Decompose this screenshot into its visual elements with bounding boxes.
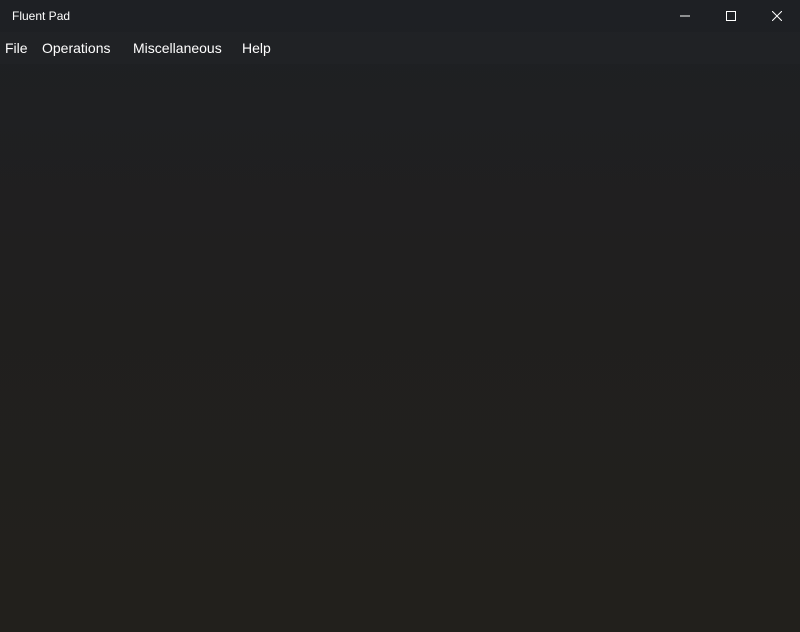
close-button[interactable] bbox=[754, 0, 800, 32]
menu-miscellaneous[interactable]: Miscellaneous bbox=[133, 40, 222, 56]
close-icon bbox=[772, 11, 782, 21]
menu-operations[interactable]: Operations bbox=[42, 40, 110, 56]
text-editor-area[interactable] bbox=[0, 64, 800, 632]
menu-file[interactable]: File bbox=[5, 40, 28, 56]
minimize-icon bbox=[680, 11, 690, 21]
menu-help[interactable]: Help bbox=[242, 40, 271, 56]
window-title: Fluent Pad bbox=[12, 9, 71, 23]
maximize-button[interactable] bbox=[708, 0, 754, 32]
menu-bar: File Operations Miscellaneous Help bbox=[0, 32, 800, 64]
app-window: Fluent Pad File Operations Miscellaneous… bbox=[0, 0, 800, 632]
maximize-icon bbox=[726, 11, 736, 21]
title-bar[interactable]: Fluent Pad bbox=[0, 0, 800, 32]
minimize-button[interactable] bbox=[662, 0, 708, 32]
